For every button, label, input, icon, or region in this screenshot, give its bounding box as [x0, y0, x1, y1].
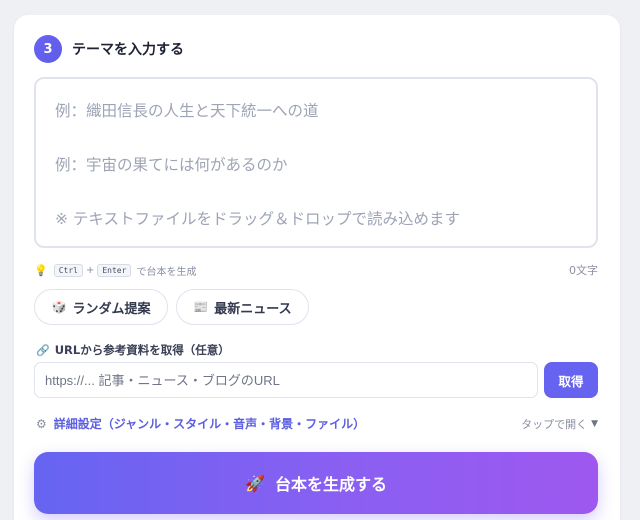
dice-icon: 🎲 — [51, 300, 67, 314]
shortcut-hint-row: 💡 Ctrl + Enter で台本を生成 0文字 — [34, 263, 598, 278]
kbd-ctrl: Ctrl — [53, 263, 83, 277]
lightbulb-icon: 💡 — [34, 263, 48, 277]
char-count: 0文字 — [569, 264, 598, 277]
generate-script-button[interactable]: 🚀 台本を生成する — [34, 452, 598, 514]
latest-news-button[interactable]: 📰 最新ニュース — [176, 289, 309, 325]
url-input[interactable] — [34, 362, 538, 398]
kbd-enter: Enter — [97, 263, 132, 277]
latest-news-label: 最新ニュース — [214, 301, 292, 317]
step-header: 3 テーマを入力する — [34, 35, 184, 63]
random-suggest-label: ランダム提案 — [72, 301, 151, 317]
placeholder-line-2: 例：宇宙の果てには何があるのか — [55, 156, 288, 174]
placeholder-line-3: ※ テキストファイルをドラッグ＆ドロップで読み込めます — [55, 210, 460, 228]
rocket-icon: 🚀 — [245, 473, 265, 493]
kbd-plus: + — [85, 264, 95, 276]
random-suggest-button[interactable]: 🎲 ランダム提案 — [34, 289, 168, 325]
step-number-badge: 3 — [34, 35, 62, 63]
link-icon: 🔗 — [36, 343, 50, 357]
fetch-url-button[interactable]: 取得 — [544, 362, 598, 398]
url-section-label: 🔗 URLから参考資料を取得（任意） — [36, 342, 230, 358]
theme-textarea[interactable]: 例：織田信長の人生と天下統一への道 例：宇宙の果てには何があるのか ※ テキスト… — [34, 77, 598, 248]
url-label-text: URLから参考資料を取得（任意） — [54, 343, 230, 357]
newspaper-icon: 📰 — [193, 300, 209, 314]
advanced-settings-label: 詳細設定（ジャンル・スタイル・音声・背景・ファイル） — [53, 417, 366, 431]
gear-icon: ⚙ — [36, 416, 47, 431]
shortcut-hint-text: で台本を生成 — [136, 266, 197, 278]
theme-input-card: 3 テーマを入力する 例：織田信長の人生と天下統一への道 例：宇宙の果てには何が… — [14, 15, 620, 520]
advanced-settings-toggle[interactable]: ⚙ 詳細設定（ジャンル・スタイル・音声・背景・ファイル） タップで開く ▼ — [36, 415, 598, 432]
advanced-toggle-text: タップで開く — [521, 417, 588, 431]
chevron-down-icon: ▼ — [591, 418, 598, 429]
advanced-toggle-hint: タップで開く ▼ — [521, 416, 598, 432]
placeholder-line-1: 例：織田信長の人生と天下統一への道 — [55, 102, 319, 120]
generate-button-label: 台本を生成する — [274, 475, 387, 494]
step-title: テーマを入力する — [72, 42, 184, 58]
